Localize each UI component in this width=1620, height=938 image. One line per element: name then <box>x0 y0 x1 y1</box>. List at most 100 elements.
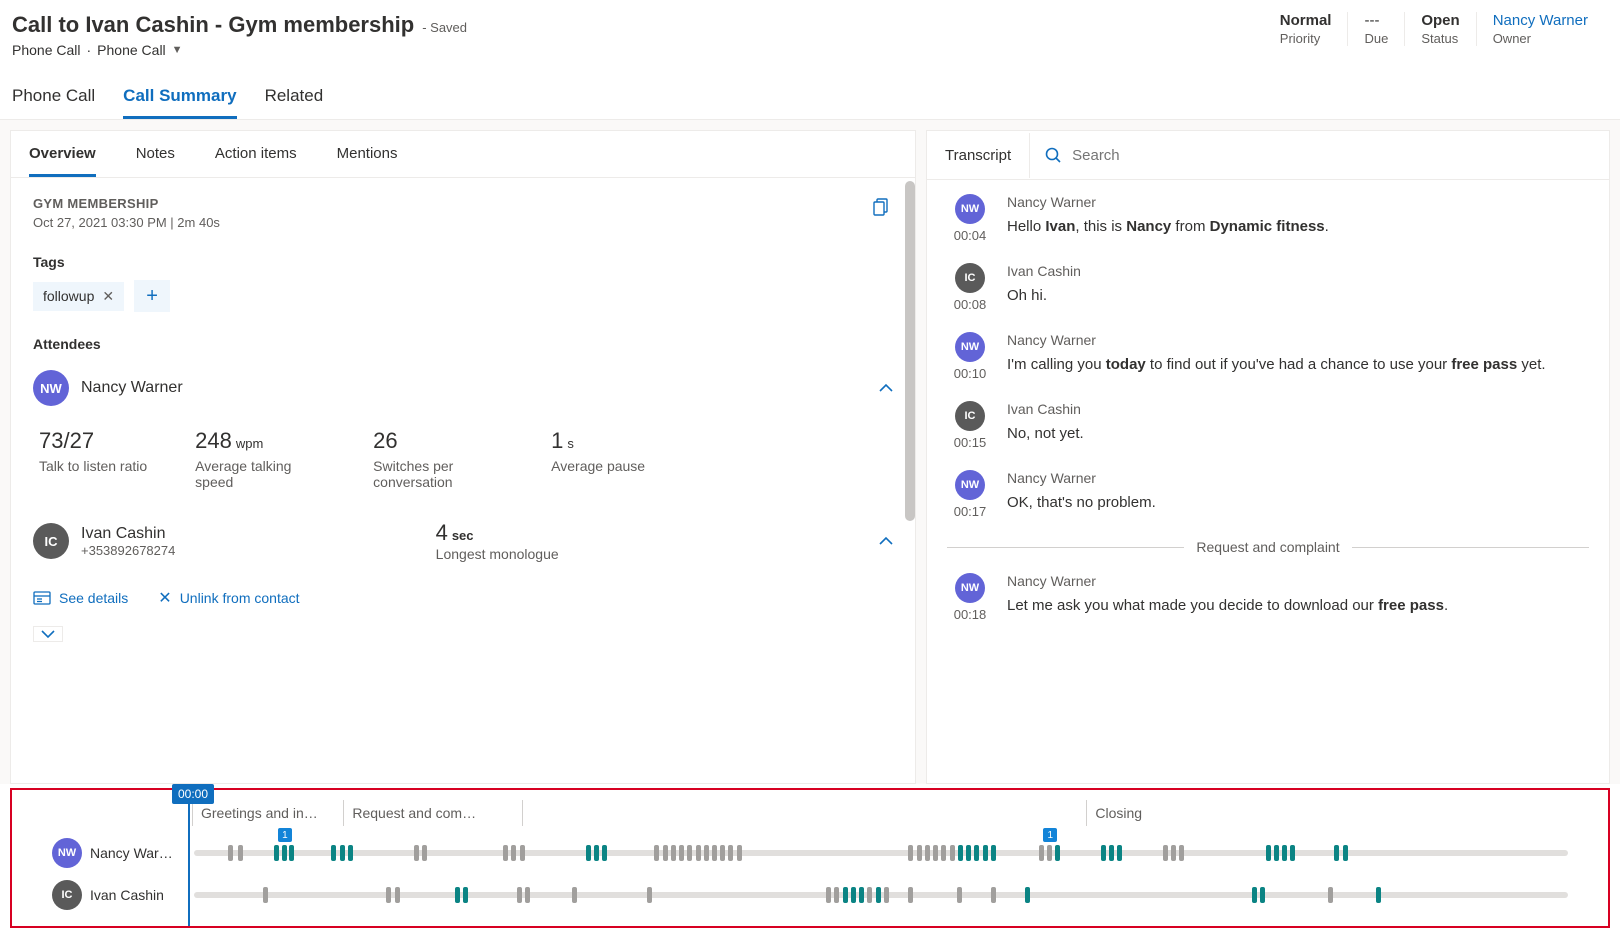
timeline-mark[interactable] <box>712 845 717 861</box>
timeline-mark[interactable] <box>503 845 508 861</box>
timeline-mark[interactable] <box>991 887 996 903</box>
timeline-mark[interactable] <box>263 887 268 903</box>
timeline-mark[interactable] <box>348 845 353 861</box>
transcript-turn[interactable]: IC00:15Ivan CashinNo, not yet. <box>947 401 1589 450</box>
timeline-mark[interactable] <box>1101 845 1106 861</box>
timeline-mark[interactable] <box>991 845 996 861</box>
timeline-mark[interactable] <box>1047 845 1052 861</box>
timeline-mark[interactable] <box>647 887 652 903</box>
timeline-mark[interactable] <box>1260 887 1265 903</box>
timeline-mark[interactable] <box>851 887 856 903</box>
timeline-mark[interactable] <box>925 845 930 861</box>
transcript-turn[interactable]: NW00:04Nancy WarnerHello Ivan, this is N… <box>947 194 1589 243</box>
timeline-mark[interactable] <box>1376 887 1381 903</box>
timeline-mark[interactable] <box>679 845 684 861</box>
subtab-notes[interactable]: Notes <box>136 145 175 177</box>
timeline-mark[interactable] <box>950 845 955 861</box>
timeline-mark[interactable] <box>728 845 733 861</box>
collapse-icon[interactable] <box>879 536 893 546</box>
timeline-mark[interactable] <box>704 845 709 861</box>
timeline-mark[interactable] <box>867 887 872 903</box>
timeline-mark[interactable] <box>1274 845 1279 861</box>
timeline-mark[interactable] <box>228 845 233 861</box>
timeline-mark[interactable] <box>1334 845 1339 861</box>
tab-related[interactable]: Related <box>265 86 324 119</box>
timeline-mark[interactable] <box>1328 887 1333 903</box>
copy-icon[interactable] <box>871 196 891 216</box>
tag-chip[interactable]: followup✕ <box>33 282 124 311</box>
timeline-mark[interactable] <box>340 845 345 861</box>
header-stat-value[interactable]: Nancy Warner <box>1493 12 1588 29</box>
unlink-contact-link[interactable]: ✕ Unlink from contact <box>158 588 299 608</box>
timeline-mark[interactable] <box>1039 845 1044 861</box>
playhead[interactable] <box>188 790 190 926</box>
subtab-action-items[interactable]: Action items <box>215 145 297 177</box>
timeline-mark[interactable] <box>908 887 913 903</box>
timeline-highlight-badge[interactable]: 1 <box>1043 828 1057 842</box>
search-field[interactable] <box>1030 131 1609 179</box>
timeline-mark[interactable] <box>1055 845 1060 861</box>
timeline-mark[interactable] <box>586 845 591 861</box>
timeline-mark[interactable] <box>687 845 692 861</box>
timeline-mark[interactable] <box>834 887 839 903</box>
timeline-track[interactable] <box>194 892 1568 898</box>
timeline-mark[interactable] <box>884 887 889 903</box>
timeline-mark[interactable] <box>908 845 913 861</box>
timeline-mark[interactable] <box>663 845 668 861</box>
see-details-link[interactable]: See details <box>33 590 128 606</box>
timeline-mark[interactable] <box>1163 845 1168 861</box>
chevron-down-icon[interactable] <box>33 626 63 642</box>
playhead-time[interactable]: 00:00 <box>172 784 214 804</box>
timeline-mark[interactable] <box>917 845 922 861</box>
timeline-mark[interactable] <box>572 887 577 903</box>
timeline-mark[interactable] <box>511 845 516 861</box>
timeline-mark[interactable] <box>594 845 599 861</box>
timeline-mark[interactable] <box>826 887 831 903</box>
chevron-down-icon[interactable]: ▼ <box>172 44 183 56</box>
timeline-mark[interactable] <box>289 845 294 861</box>
timeline-mark[interactable] <box>414 845 419 861</box>
timeline-mark[interactable] <box>455 887 460 903</box>
timeline-mark[interactable] <box>525 887 530 903</box>
timeline-mark[interactable] <box>941 845 946 861</box>
transcript-turn[interactable]: NW00:18Nancy WarnerLet me ask you what m… <box>947 573 1589 622</box>
timeline-mark[interactable] <box>1109 845 1114 861</box>
timeline-mark[interactable] <box>1179 845 1184 861</box>
scrollbar[interactable] <box>905 181 915 521</box>
timeline-mark[interactable] <box>974 845 979 861</box>
timeline-mark[interactable] <box>958 845 963 861</box>
tab-call-summary[interactable]: Call Summary <box>123 86 236 119</box>
timeline-mark[interactable] <box>463 887 468 903</box>
timeline-mark[interactable] <box>238 845 243 861</box>
timeline-mark[interactable] <box>274 845 279 861</box>
timeline-mark[interactable] <box>957 887 962 903</box>
timeline-mark[interactable] <box>331 845 336 861</box>
remove-tag-icon[interactable]: ✕ <box>102 288 114 305</box>
timeline-mark[interactable] <box>1117 845 1122 861</box>
subtab-overview[interactable]: Overview <box>29 145 96 177</box>
search-input[interactable] <box>1072 147 1595 164</box>
timeline-mark[interactable] <box>843 887 848 903</box>
timeline-mark[interactable] <box>282 845 287 861</box>
timeline-mark[interactable] <box>654 845 659 861</box>
timeline-mark[interactable] <box>983 845 988 861</box>
add-tag-button[interactable]: + <box>134 280 170 312</box>
timeline-track[interactable]: 11 <box>194 850 1568 856</box>
timeline-mark[interactable] <box>720 845 725 861</box>
collapse-icon[interactable] <box>879 383 893 393</box>
timeline-mark[interactable] <box>859 887 864 903</box>
timeline-mark[interactable] <box>422 845 427 861</box>
timeline-mark[interactable] <box>876 887 881 903</box>
timeline-mark[interactable] <box>671 845 676 861</box>
timeline-mark[interactable] <box>520 845 525 861</box>
transcript-turn[interactable]: IC00:08Ivan CashinOh hi. <box>947 263 1589 312</box>
transcript-turn[interactable]: NW00:10Nancy WarnerI'm calling you today… <box>947 332 1589 381</box>
timeline-highlight-badge[interactable]: 1 <box>278 828 292 842</box>
timeline-mark[interactable] <box>1343 845 1348 861</box>
subtab-mentions[interactable]: Mentions <box>337 145 398 177</box>
timeline-mark[interactable] <box>933 845 938 861</box>
timeline-mark[interactable] <box>1266 845 1271 861</box>
timeline-mark[interactable] <box>737 845 742 861</box>
timeline-mark[interactable] <box>1290 845 1295 861</box>
timeline-mark[interactable] <box>1171 845 1176 861</box>
